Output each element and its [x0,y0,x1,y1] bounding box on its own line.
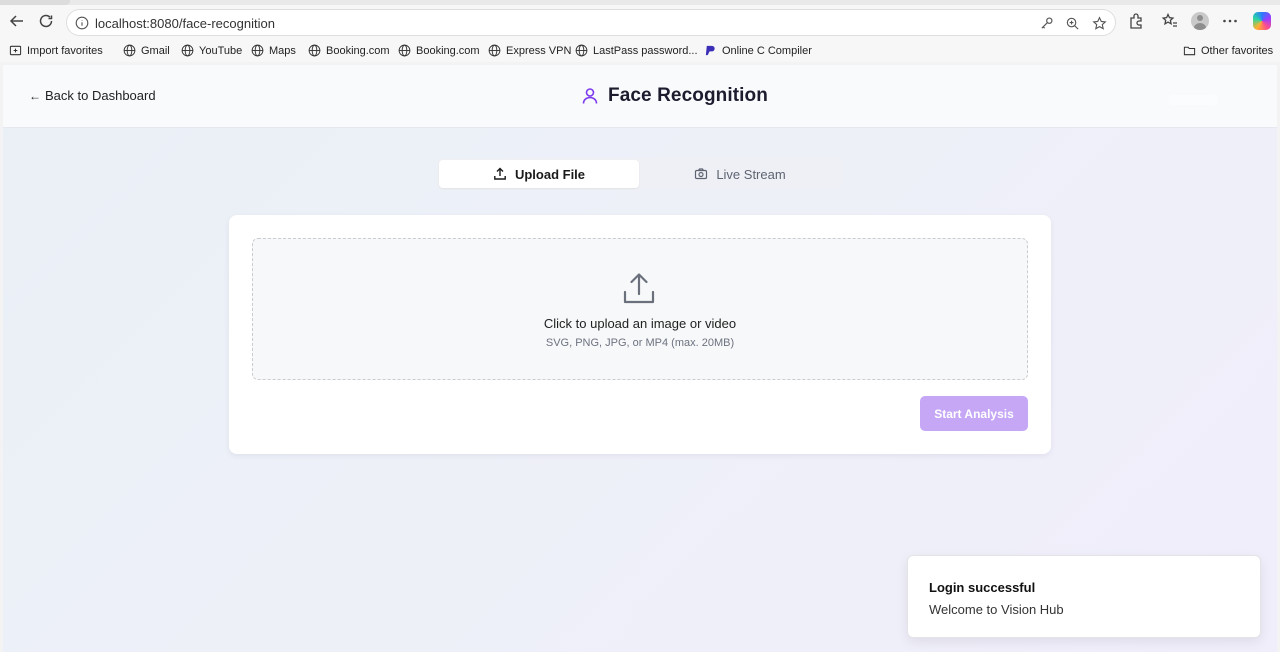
login-toast: Login successful Welcome to Vision Hub [907,555,1261,638]
tab-live-stream[interactable]: Live Stream [640,160,840,188]
bookmark-label: Booking.com [326,44,390,57]
tab-strip [0,0,1280,5]
bookmark-lastpass[interactable]: LastPass password... [575,44,698,57]
dropzone-subtitle: SVG, PNG, JPG, or MP4 (max. 20MB) [545,337,735,349]
tab-label: Live Stream [716,166,786,182]
refresh-icon[interactable] [35,10,57,32]
file-dropzone[interactable]: Click to upload an image or video SVG, P… [252,238,1028,380]
camera-icon [695,168,708,180]
globe-icon [398,44,411,57]
mode-tabs: Upload File Live Stream [437,158,842,190]
zoom-icon[interactable] [1065,16,1080,31]
bookmark-label: Booking.com [416,44,480,57]
star-icon[interactable] [1092,16,1107,31]
globe-icon [575,44,588,57]
favorites-icon[interactable] [1161,12,1179,30]
bookmark-online-c-compiler[interactable]: Online C Compiler [704,44,812,57]
globe-icon [181,44,194,57]
bookmark-label: Express VPN [506,44,572,57]
page-title-group: Face Recognition [581,85,768,107]
url-text[interactable]: localhost:8080/face-recognition [95,16,275,31]
tab-upload-file[interactable]: Upload File [439,160,639,188]
back-to-dashboard-link[interactable]: ← Back to Dashboard [29,88,156,103]
globe-icon [308,44,321,57]
bookmark-label: Maps [269,44,296,57]
p-logo-icon [705,45,715,56]
globe-icon [488,44,501,57]
toast-description: Welcome to Vision Hub [929,602,1064,617]
profile-avatar-icon[interactable] [1191,12,1209,30]
extensions-icon[interactable] [1127,12,1145,30]
bookmark-label: Gmail [141,44,170,57]
tab-label: Upload File [514,166,586,182]
app-header: ← Back to Dashboard Face Recognition [3,65,1277,128]
dropzone-title: Click to upload an image or video [543,316,737,331]
user-icon [582,88,598,104]
bookmark-label: Import favorites [27,44,103,57]
bookmark-maps[interactable]: Maps [251,44,296,57]
back-arrow-icon[interactable] [6,10,28,32]
import-icon [9,45,22,56]
upload-icon [494,167,506,180]
bookmark-label: YouTube [199,44,243,57]
globe-icon [251,44,264,57]
toast-title: Login successful [929,580,1036,595]
back-link-label: Back to Dashboard [45,88,156,103]
upload-card: Click to upload an image or video SVG, P… [229,215,1051,454]
more-options-icon[interactable] [1221,12,1239,30]
copilot-icon[interactable] [1253,12,1271,30]
header-faint-placeholder [1168,95,1218,105]
key-icon[interactable] [1039,16,1054,31]
left-arrow-icon: ← [29,88,41,103]
bookmark-import-favorites[interactable]: Import favorites [9,44,103,57]
bookmarks-bar: Import favorites Gmail YouTube Maps Book… [0,40,1280,62]
app-page: ← Back to Dashboard Face Recognition Upl… [3,65,1277,652]
bookmark-booking-1[interactable]: Booking.com [308,44,390,57]
other-favorites[interactable]: Other favorites [1183,44,1273,57]
other-favorites-label: Other favorites [1201,44,1274,57]
bookmark-label: LastPass password... [593,44,698,57]
globe-icon [123,44,136,57]
page-title: Face Recognition [608,85,768,106]
folder-icon [1183,46,1196,56]
start-analysis-button[interactable]: Start Analysis [920,396,1028,431]
address-bar[interactable]: localhost:8080/face-recognition [66,9,1116,36]
bookmark-booking-2[interactable]: Booking.com [398,44,480,57]
upload-icon [623,273,655,304]
browser-toolbar: localhost:8080/face-recognition [0,0,1280,40]
bookmark-youtube[interactable]: YouTube [181,44,242,57]
bookmark-label: Online C Compiler [722,44,812,57]
bookmark-express-vpn[interactable]: Express VPN [488,44,571,57]
info-icon[interactable] [75,16,89,30]
bookmark-gmail[interactable]: Gmail [123,44,170,57]
